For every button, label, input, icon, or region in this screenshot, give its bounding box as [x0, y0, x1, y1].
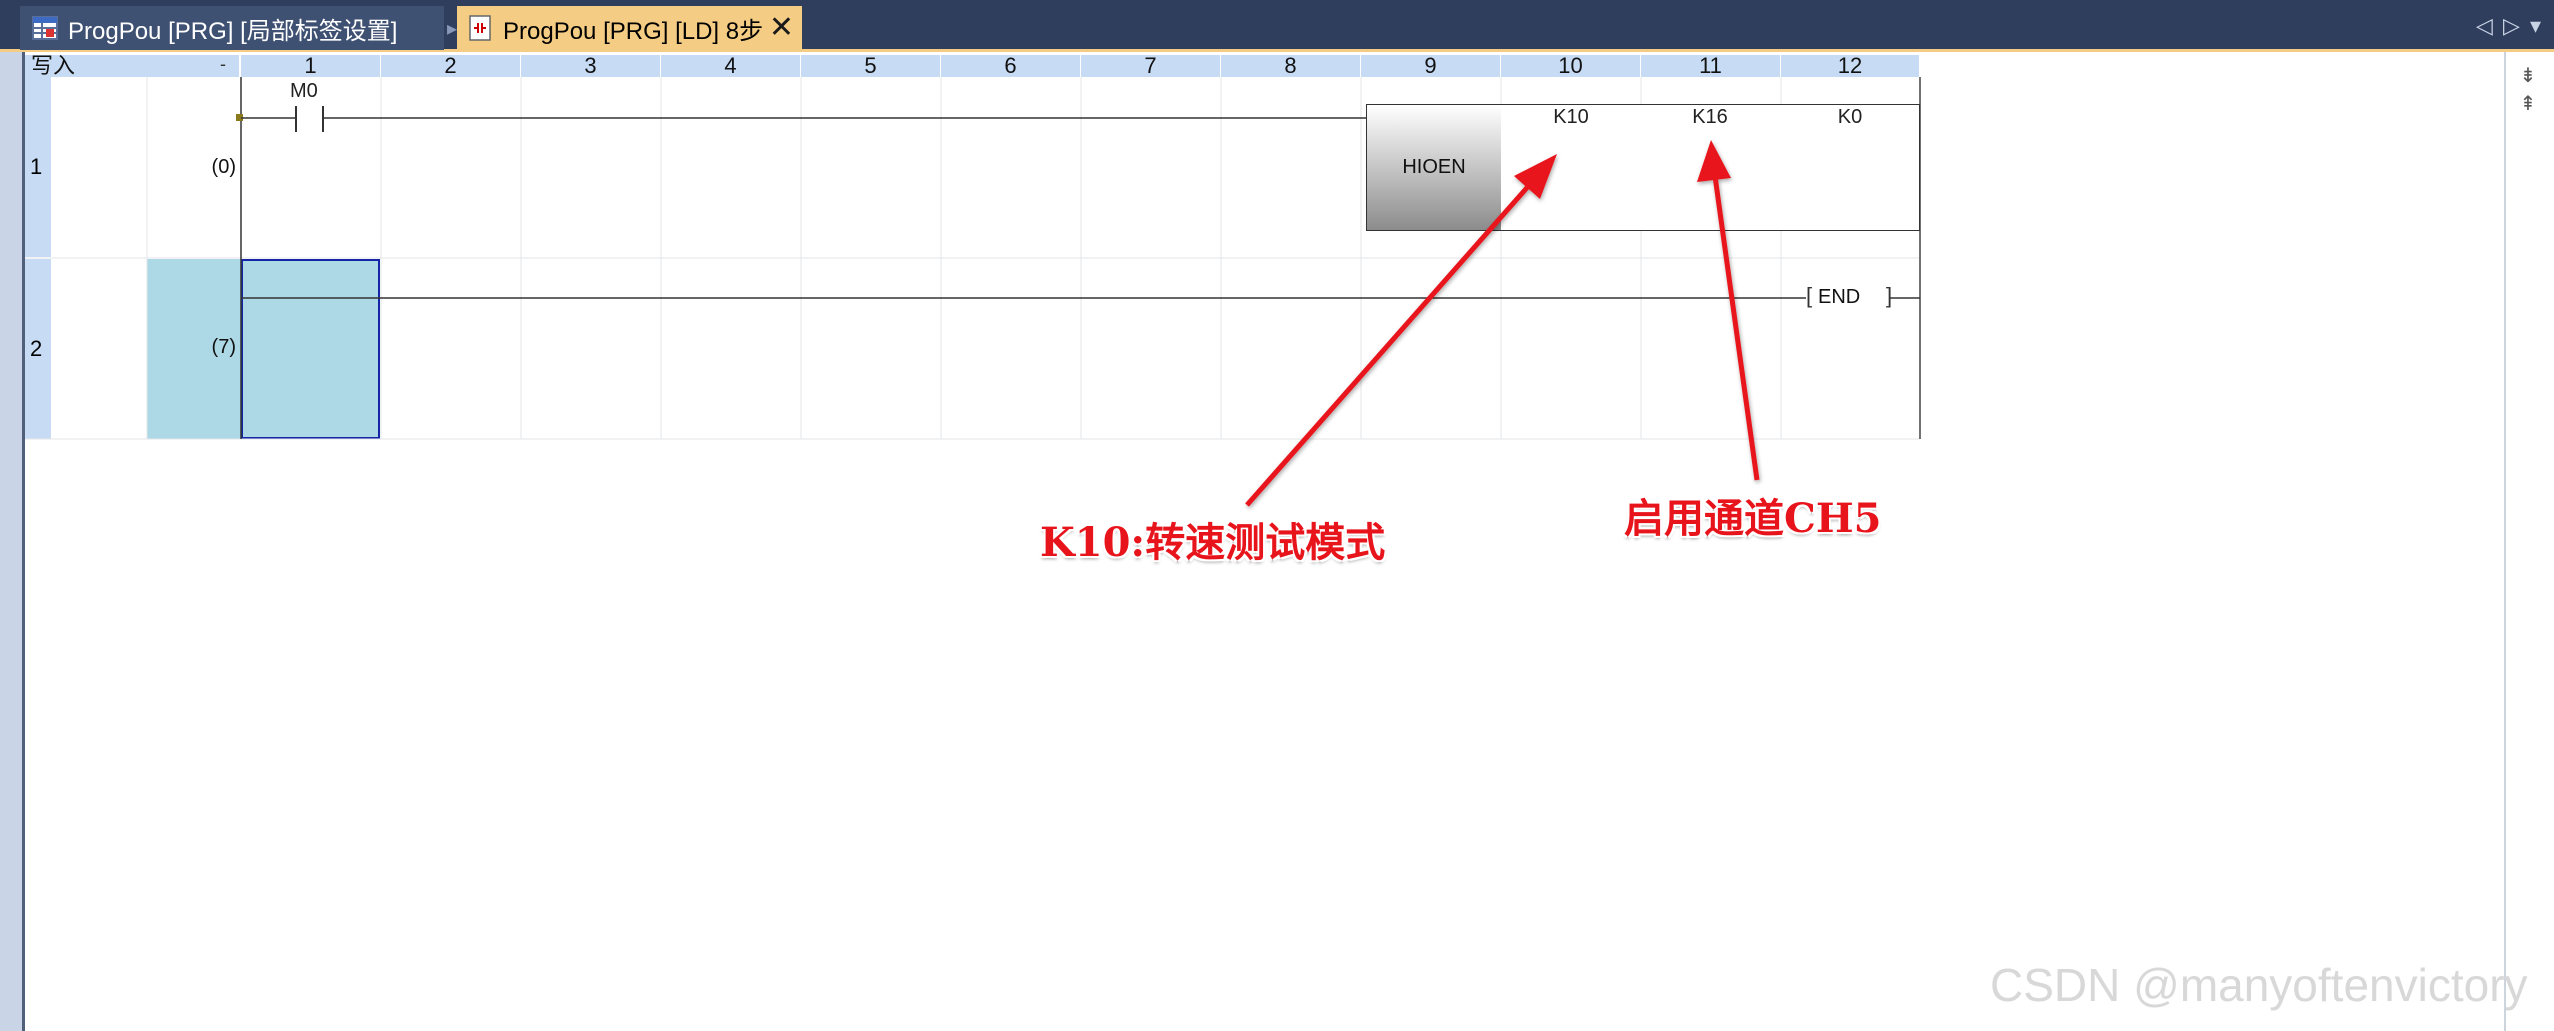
arrow-to-k10 [1245, 180, 1534, 507]
arrow-to-k16 [1712, 175, 1760, 481]
arrowhead-k16 [1697, 140, 1731, 182]
annotation-mode: K10:转速测试模式 [1040, 519, 1386, 566]
annotation-channel: 启用通道CH5 [1624, 495, 1882, 542]
watermark: CSDN @manyoftenvictory [1990, 959, 2528, 1011]
